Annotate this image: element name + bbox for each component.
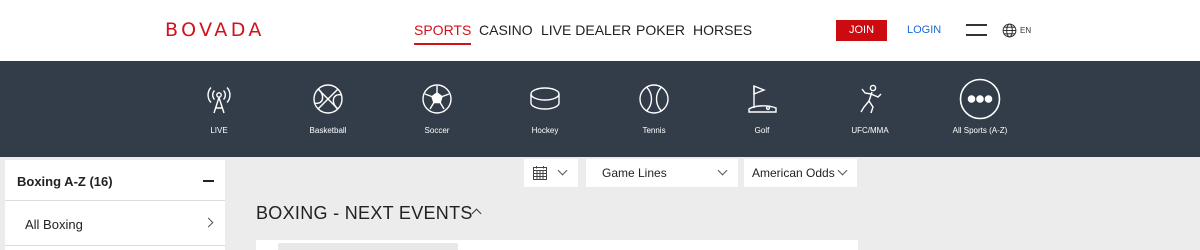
nav-live-dealer[interactable]: LIVE DEALER <box>541 22 631 38</box>
sports-bar: LIVE Basketball Soccer Hockey Tennis Gol… <box>0 61 1200 157</box>
basketball-icon <box>313 84 343 114</box>
chevron-down-icon <box>717 165 728 176</box>
hockey-puck-icon <box>530 87 560 110</box>
join-button[interactable]: JOIN <box>836 20 887 41</box>
sport-soccer[interactable]: Soccer <box>397 61 477 157</box>
nav-sports[interactable]: SPORTS <box>414 22 472 45</box>
top-header: BOVADA SPORTS CASINO LIVE DEALER POKER H… <box>0 0 1200 61</box>
sidebar-header[interactable]: Boxing A-Z (16) <box>5 160 225 201</box>
chevron-down-icon <box>837 165 848 176</box>
more-dots-icon <box>959 78 1001 120</box>
nav-horses[interactable]: HORSES <box>693 22 752 38</box>
sidebar-item-label: All Boxing <box>25 217 83 232</box>
sport-label: Soccer <box>424 126 450 135</box>
tennis-ball-icon <box>639 84 669 114</box>
sport-label: UFC/MMA <box>851 126 889 135</box>
chevron-up-icon[interactable] <box>471 208 482 219</box>
sport-label: Golf <box>754 126 770 135</box>
live-broadcast-icon <box>207 87 231 114</box>
market-select[interactable]: Game Lines <box>586 159 738 187</box>
chevron-down-icon <box>557 165 568 176</box>
active-underline <box>414 43 472 45</box>
nav-poker[interactable]: POKER <box>636 22 685 38</box>
login-link[interactable]: LOGIN <box>907 24 941 36</box>
odds-format-select[interactable]: American Odds <box>744 159 857 187</box>
sidebar-title: Boxing A-Z (16) <box>17 174 113 189</box>
sport-label: Basketball <box>309 126 347 135</box>
globe-icon <box>1002 23 1017 37</box>
chevron-right-icon <box>203 217 214 228</box>
soccer-ball-icon <box>422 84 452 114</box>
events-title: BOXING - NEXT EVENTS <box>256 203 473 223</box>
sport-golf[interactable]: Golf <box>722 61 802 157</box>
sport-ufc-mma[interactable]: UFC/MMA <box>830 61 910 157</box>
sidebar: Boxing A-Z (16) All Boxing <box>5 160 225 250</box>
sport-label: Tennis <box>642 126 666 135</box>
odds-select-value: American Odds <box>752 166 835 180</box>
sidebar-item-all-boxing[interactable]: All Boxing <box>5 202 225 246</box>
calendar-icon <box>533 166 547 180</box>
language-selector[interactable]: EN <box>1002 22 1031 38</box>
language-label: EN <box>1020 25 1032 35</box>
sport-tennis[interactable]: Tennis <box>614 61 694 157</box>
market-select-value: Game Lines <box>602 166 667 180</box>
collapse-minus-icon[interactable] <box>203 180 214 182</box>
golf-flag-icon <box>748 84 777 113</box>
sport-basketball[interactable]: Basketball <box>288 61 368 157</box>
event-card-content <box>278 243 458 250</box>
sport-hockey[interactable]: Hockey <box>505 61 585 157</box>
fighter-icon <box>860 84 882 114</box>
hamburger-icon[interactable] <box>966 24 987 36</box>
sport-live[interactable]: LIVE <box>179 61 259 157</box>
event-card[interactable] <box>256 240 858 250</box>
sport-label: All Sports (A-Z) <box>952 126 1008 135</box>
bovada-logo[interactable]: BOVADA <box>165 19 265 41</box>
sport-label: LIVE <box>210 126 228 135</box>
sport-all-sports[interactable]: All Sports (A-Z) <box>940 61 1020 157</box>
date-picker[interactable] <box>524 159 578 187</box>
sport-label: Hockey <box>531 126 559 135</box>
nav-casino[interactable]: CASINO <box>479 22 533 38</box>
